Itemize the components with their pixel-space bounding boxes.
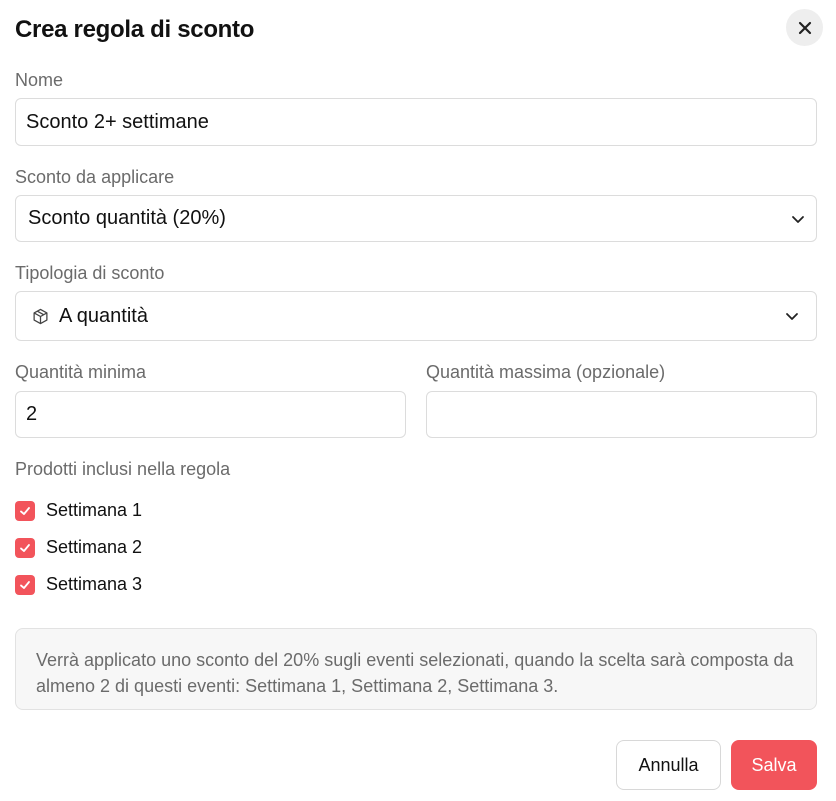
product-checkbox-row[interactable]: Settimana 3 <box>15 574 142 595</box>
type-label: Tipologia di sconto <box>15 263 165 283</box>
discount-value: Sconto quantità (20%) <box>28 207 226 229</box>
close-icon <box>798 21 811 34</box>
check-icon <box>20 543 30 552</box>
discount-select[interactable]: Sconto quantità (20%) <box>15 195 817 242</box>
chevron-down-icon <box>792 215 804 223</box>
max-qty-label: Quantità massima (opzionale) <box>426 362 666 382</box>
checkbox[interactable] <box>15 537 35 558</box>
cancel-button[interactable]: Annulla <box>616 740 721 790</box>
checkbox[interactable] <box>15 574 35 595</box>
max-qty-input[interactable] <box>426 391 817 438</box>
type-select[interactable]: A quantità <box>15 291 817 341</box>
name-input[interactable]: Sconto 2+ settimane <box>15 98 817 146</box>
products-label: Prodotti inclusi nella regola <box>15 459 231 479</box>
product-label: Settimana 3 <box>46 574 143 594</box>
name-value: Sconto 2+ settimane <box>26 110 209 133</box>
chevron-down-icon <box>786 313 798 320</box>
check-icon <box>20 580 30 589</box>
product-checkbox-row[interactable]: Settimana 1 <box>15 500 142 521</box>
discount-label: Sconto da applicare <box>15 167 175 187</box>
checkbox[interactable] <box>15 500 35 521</box>
min-qty-value: 2 <box>26 403 38 425</box>
box-icon <box>33 308 48 324</box>
product-checkbox-row[interactable]: Settimana 2 <box>15 537 142 558</box>
info-box: Verrà applicato uno sconto del 20% sugli… <box>15 628 817 710</box>
close-button[interactable] <box>786 9 823 46</box>
product-label: Settimana 2 <box>46 537 143 557</box>
product-label: Settimana 1 <box>46 500 143 520</box>
type-value: A quantità <box>59 304 148 327</box>
save-button[interactable]: Salva <box>731 740 817 790</box>
min-qty-input[interactable]: 2 <box>15 391 406 438</box>
name-label: Nome <box>15 70 64 90</box>
check-icon <box>20 506 30 515</box>
min-qty-label: Quantità minima <box>15 362 147 382</box>
dialog-title: Crea regola di sconto <box>15 16 255 43</box>
